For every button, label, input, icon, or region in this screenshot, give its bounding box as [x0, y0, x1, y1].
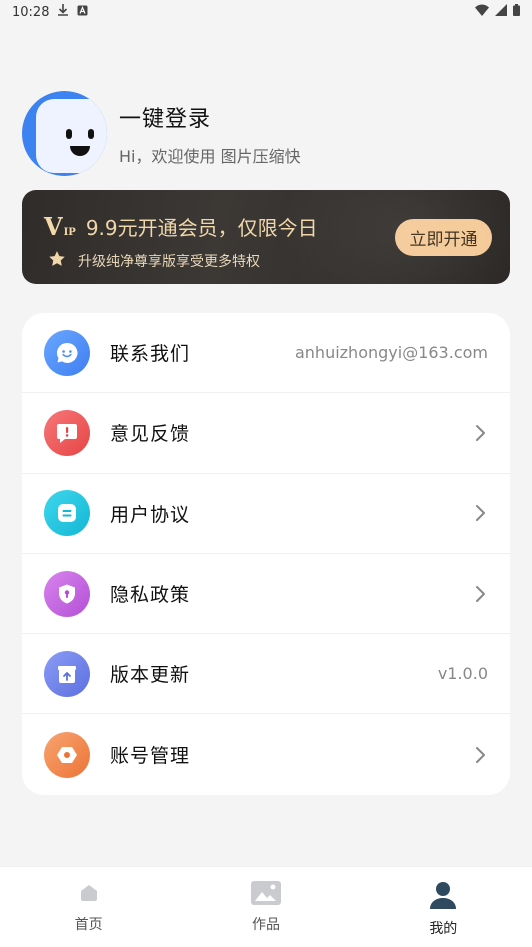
avatar-eye-left: [66, 129, 72, 139]
star-icon: [48, 250, 66, 272]
vip-badge-ip: IP: [63, 226, 76, 238]
vip-badge-v: V: [44, 211, 63, 241]
chat-smile-icon: [44, 329, 90, 376]
avatar-face: [36, 99, 107, 173]
settings-menu: 联系我们 anhuizhongyi@163.com 意见反馈 用户协议 隐私政策…: [22, 313, 510, 795]
vip-badge-icon: V IP: [44, 211, 76, 241]
vip-promo-card[interactable]: V IP 9.9元开通会员，仅限今日 升级纯净尊享版享受更多特权 立即开通: [22, 190, 510, 284]
tab-label-mine: 我的: [429, 921, 458, 937]
chevron-right-icon: [476, 746, 485, 763]
menu-label-version-update: 版本更新: [110, 664, 191, 687]
tab-label-works: 作品: [251, 917, 280, 933]
avatar-mouth: [70, 146, 90, 156]
vip-title: 9.9元开通会员，仅限今日: [85, 216, 318, 240]
menu-item-feedback[interactable]: 意见反馈: [22, 393, 510, 474]
user-icon: [430, 882, 457, 909]
menu-item-contact-us[interactable]: 联系我们 anhuizhongyi@163.com: [22, 313, 510, 394]
chevron-right-icon: [476, 585, 485, 602]
home-icon: [80, 885, 97, 901]
shield-icon: [44, 570, 90, 617]
update-box-icon: [44, 650, 90, 697]
menu-label-account-management: 账号管理: [110, 745, 191, 768]
hexagon-icon: [44, 731, 90, 778]
chevron-right-icon: [476, 424, 485, 441]
menu-label-privacy-policy: 隐私政策: [110, 584, 191, 607]
feedback-icon: [44, 409, 90, 456]
login-title[interactable]: 一键登录: [119, 101, 301, 133]
tab-works[interactable]: 作品: [177, 867, 354, 947]
status-time: 10:28: [12, 4, 50, 20]
download-icon: [58, 4, 69, 20]
vip-open-button[interactable]: 立即开通: [395, 219, 492, 256]
tab-mine[interactable]: 我的: [355, 867, 532, 947]
avatar[interactable]: [22, 91, 107, 176]
menu-label-user-agreement: 用户协议: [110, 503, 191, 526]
menu-item-user-agreement[interactable]: 用户协议: [22, 474, 510, 554]
chevron-right-icon: [476, 505, 485, 522]
menu-item-version-update[interactable]: 版本更新 v1.0.0: [22, 634, 510, 715]
menu-label-feedback: 意见反馈: [110, 423, 191, 446]
wifi-icon: [475, 4, 489, 20]
welcome-subtitle: Hi，欢迎使用 图片压缩快: [119, 146, 301, 166]
battery-icon: [513, 4, 520, 20]
contact-email: anhuizhongyi@163.com: [294, 343, 488, 363]
vip-description: 升级纯净尊享版享受更多特权: [78, 254, 260, 270]
version-number: v1.0.0: [437, 664, 488, 684]
document-icon: [44, 490, 90, 537]
tab-home[interactable]: 首页: [0, 867, 177, 947]
menu-label-contact-us: 联系我们: [110, 343, 191, 366]
bottom-tab-bar: 首页 作品 我的: [0, 866, 532, 947]
tab-label-home: 首页: [74, 917, 103, 933]
signal-icon: [495, 4, 507, 20]
profile-header[interactable]: 一键登录 Hi，欢迎使用 图片压缩快: [22, 91, 301, 176]
menu-item-privacy-policy[interactable]: 隐私政策: [22, 554, 510, 635]
image-icon: [250, 881, 281, 905]
a-icon: [77, 5, 88, 20]
menu-item-account-management[interactable]: 账号管理: [22, 714, 510, 794]
avatar-eye-right: [88, 129, 94, 139]
status-bar: 10:28: [0, 0, 532, 24]
